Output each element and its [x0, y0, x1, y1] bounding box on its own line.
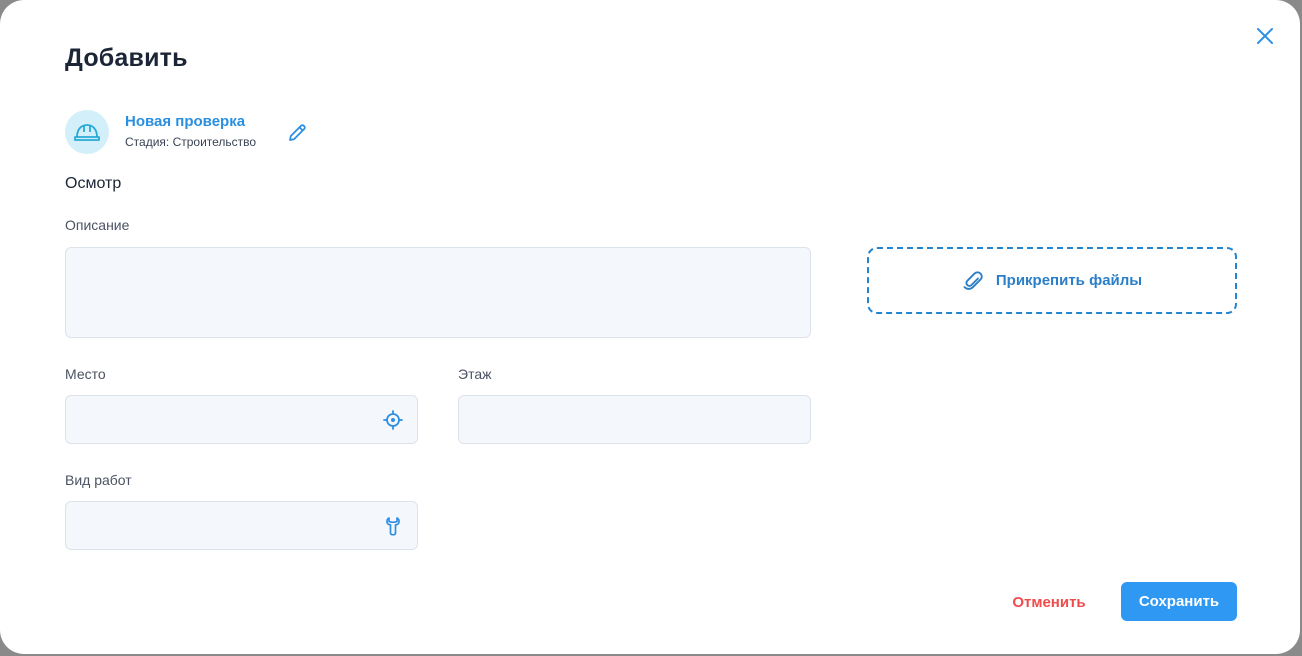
- floor-input[interactable]: [459, 396, 810, 443]
- work-type-button[interactable]: [383, 516, 403, 536]
- close-button[interactable]: [1253, 24, 1277, 48]
- save-button[interactable]: Сохранить: [1121, 582, 1237, 621]
- work-type-label: Вид работ: [65, 472, 132, 488]
- cancel-button[interactable]: Отменить: [1001, 583, 1097, 621]
- place-field: [65, 395, 418, 444]
- place-label: Место: [65, 366, 106, 382]
- attach-files-label: Прикрепить файлы: [995, 272, 1143, 289]
- description-input[interactable]: [66, 248, 810, 337]
- attach-files-button[interactable]: Прикрепить файлы: [867, 247, 1237, 314]
- section-title: Осмотр: [65, 175, 122, 192]
- floor-field: [458, 395, 811, 444]
- check-text: Новая проверка Стадия: Строительство: [125, 113, 256, 151]
- dialog-title: Добавить: [65, 44, 188, 72]
- edit-check-button[interactable]: [286, 122, 308, 144]
- pencil-icon: [289, 124, 306, 141]
- description-field: [65, 247, 811, 338]
- work-type-field: [65, 501, 418, 550]
- description-label: Описание: [65, 217, 130, 233]
- check-avatar: [65, 110, 109, 154]
- check-stage: Стадия: Строительство: [125, 135, 257, 149]
- close-icon: [1257, 28, 1273, 44]
- floor-label: Этаж: [458, 366, 492, 382]
- wrench-icon: [386, 517, 400, 536]
- crosshair-icon: [383, 410, 403, 430]
- work-type-input[interactable]: [66, 502, 417, 549]
- location-button[interactable]: [383, 410, 403, 430]
- place-input[interactable]: [66, 396, 417, 443]
- helmet-icon: [74, 124, 100, 141]
- check-name[interactable]: Новая проверка: [125, 113, 256, 131]
- check-info: Новая проверка Стадия: Строительство: [65, 110, 256, 154]
- add-dialog: Добавить Новая проверка Стадия: Строител…: [0, 0, 1300, 654]
- paperclip-icon: [963, 270, 983, 290]
